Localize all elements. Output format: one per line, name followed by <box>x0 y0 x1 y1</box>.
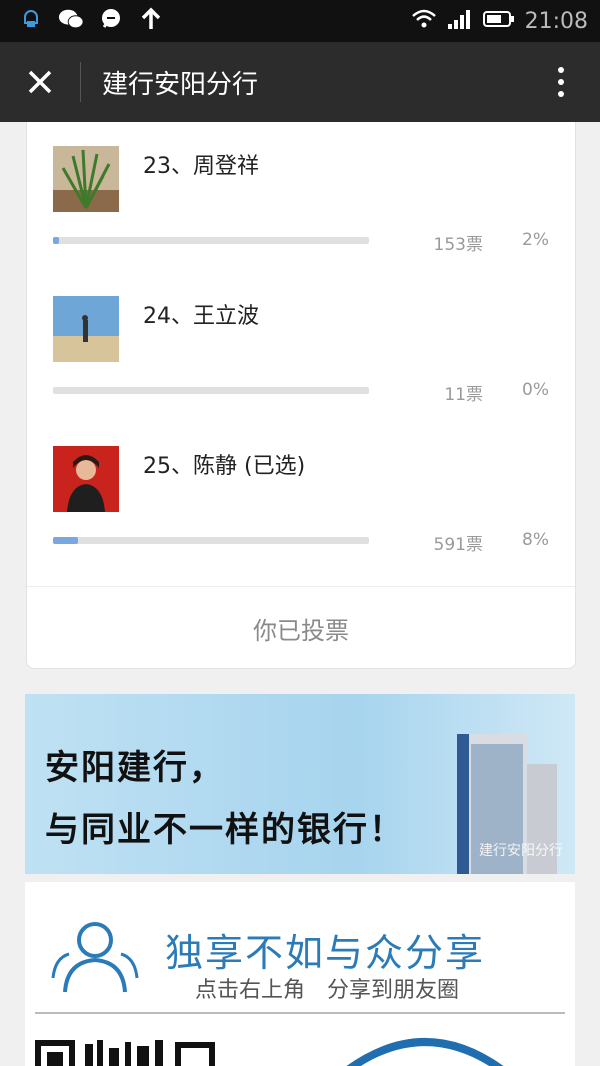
wifi-logo-icon <box>335 1032 515 1066</box>
battery-icon <box>482 8 515 34</box>
vote-progress-bar <box>53 237 369 244</box>
share-divider <box>35 1012 565 1014</box>
vote-percent: 2% <box>522 230 549 250</box>
notification-icon <box>18 6 44 32</box>
candidate-item: 24、王立波 11票 0% <box>27 272 575 422</box>
candidate-photo <box>53 296 119 362</box>
candidate-photo <box>53 146 119 212</box>
nav-bar: 建行安阳分行 <box>0 42 600 122</box>
promo-banner: 安阳建行， 与同业不一样的银行！ 建行安阳分行 <box>25 694 575 874</box>
signal-icon <box>447 8 473 34</box>
more-vertical-icon[interactable] <box>556 64 566 100</box>
qr-code-icon <box>35 1032 265 1066</box>
close-icon[interactable] <box>22 64 58 100</box>
share-instruction: 点击右上角 分享到朋友圈 <box>195 978 460 1003</box>
status-bar: 21:08 <box>0 0 600 42</box>
vote-progress-fill <box>53 537 78 544</box>
banner-watermark: 建行安阳分行 <box>479 843 563 859</box>
vote-percent: 8% <box>522 530 549 550</box>
share-section: 独享不如与众分享 点击右上角 分享到朋友圈 <box>25 882 575 1066</box>
vote-progress-bar <box>53 387 369 394</box>
vote-count: 11票 <box>444 385 483 405</box>
vote-progress-bar <box>53 537 369 544</box>
candidate-name: 25、陈静 (已选) <box>143 454 306 479</box>
page-title: 建行安阳分行 <box>102 70 259 100</box>
vote-card: 23、周登祥 153票 2% 24、王立波 11票 0% 25、陈静 (已选) … <box>26 122 576 669</box>
banner-line-1: 安阳建行， <box>45 748 225 788</box>
message-icon <box>98 6 124 32</box>
vote-status-footer: 你已投票 <box>27 586 575 669</box>
candidate-name: 24、王立波 <box>143 304 259 329</box>
vote-count: 591票 <box>433 535 483 555</box>
vote-progress-fill <box>53 237 59 244</box>
upload-arrow-icon <box>138 6 164 32</box>
vote-count: 153票 <box>433 235 483 255</box>
candidate-photo <box>53 446 119 512</box>
people-icon <box>45 918 145 998</box>
candidate-item: 23、周登祥 153票 2% <box>27 122 575 272</box>
vote-percent: 0% <box>522 380 549 400</box>
banner-line-2: 与同业不一样的银行！ <box>45 810 405 850</box>
wifi-icon <box>411 8 437 34</box>
clock-time: 21:08 <box>524 8 588 34</box>
wechat-icon <box>58 6 84 32</box>
voted-label: 你已投票 <box>253 617 349 645</box>
candidate-name: 23、周登祥 <box>143 154 259 179</box>
share-slogan: 独享不如与众分享 <box>165 931 486 975</box>
nav-divider <box>80 62 81 102</box>
candidate-item-selected: 25、陈静 (已选) 591票 8% <box>27 422 575 572</box>
